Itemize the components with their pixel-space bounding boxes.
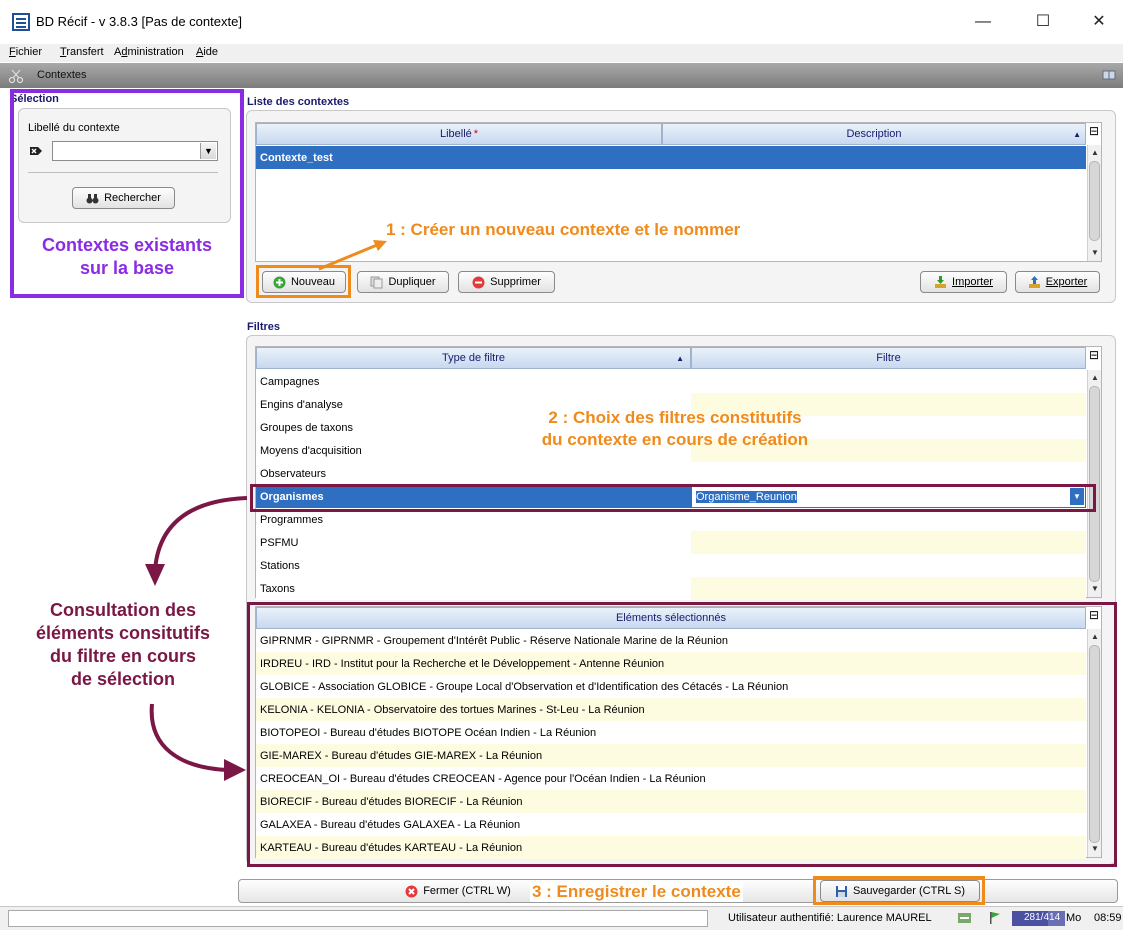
filter-value-cell[interactable] <box>691 370 1086 393</box>
status-bar: Utilisateur authentifié: Laurence MAUREL… <box>0 906 1123 930</box>
menu-bar: Fichier Transfert Administration Aide <box>0 44 1123 62</box>
export-button-label: Exporter <box>1045 276 1088 288</box>
app-icon <box>12 13 30 31</box>
filter-type-cell[interactable]: Stations <box>256 554 691 577</box>
arrow-step1-icon <box>318 240 387 271</box>
memory-bar: 281/414 <box>1012 911 1065 926</box>
annotation-line: du filtre en cours <box>49 646 197 666</box>
window-title: BD Récif - v 3.8.3 [Pas de contexte] <box>36 14 242 29</box>
column-chooser-icon[interactable]: ⊟ <box>1087 348 1101 368</box>
sort-up-icon: ▲ <box>1073 129 1081 139</box>
annotation-line: du contexte en cours de création <box>541 430 809 449</box>
consultation-annotation: Consultation des éléments consitutifs du… <box>0 599 246 691</box>
column-header-text: Filtre <box>876 352 901 364</box>
menu-administration[interactable]: Administration <box>114 46 184 58</box>
duplicate-icon <box>370 276 383 288</box>
curved-arrow-down-icon <box>149 703 246 781</box>
close-button[interactable]: Fermer (CTRL W) <box>398 880 518 902</box>
memory-unit: Mo <box>1066 912 1082 924</box>
duplicate-button[interactable]: Dupliquer <box>357 271 449 293</box>
sort-up-icon: ▲ <box>676 353 684 363</box>
table-row[interactable]: Contexte_test <box>256 146 1086 169</box>
delete-button[interactable]: Supprimer <box>458 271 555 293</box>
module-header: Contextes <box>0 63 1123 88</box>
selected-filter-highlight <box>250 484 1096 512</box>
menu-aide[interactable]: Aide <box>196 46 218 58</box>
flag-icon[interactable] <box>988 911 1002 925</box>
memory-usage: 281/414 <box>1024 912 1061 923</box>
menu-transfert[interactable]: Transfert <box>60 46 104 58</box>
filter-type-cell[interactable]: Observateurs <box>256 462 691 485</box>
gc-icon[interactable] <box>957 911 972 925</box>
annotation-line: éléments consitutifs <box>35 623 211 643</box>
contexts-scrollbar[interactable]: ▲ ▼ <box>1087 145 1101 261</box>
scissors-icon <box>8 69 24 84</box>
save-button-highlight <box>813 876 985 905</box>
window-titlebar: BD Récif - v 3.8.3 [Pas de contexte] — ☐… <box>0 0 1123 44</box>
annotation-line: Contextes existants <box>41 235 213 255</box>
scroll-up-icon[interactable]: ▲ <box>1088 147 1102 159</box>
scroll-down-icon[interactable]: ▼ <box>1088 583 1102 595</box>
delete-icon <box>472 276 485 288</box>
close-icon <box>405 885 418 897</box>
scroll-thumb[interactable] <box>1089 161 1100 241</box>
menu-fichier[interactable]: Fichier <box>9 46 42 58</box>
scroll-up-icon[interactable]: ▲ <box>1088 372 1102 384</box>
duplicate-button-label: Dupliquer <box>388 276 436 288</box>
step3-annotation: 3 : Enregistrer le contexte <box>530 882 743 902</box>
pin-icon[interactable] <box>1102 69 1116 81</box>
import-button[interactable]: Importer <box>920 271 1007 293</box>
context-label-cell: Contexte_test <box>260 151 333 164</box>
filter-type-cell[interactable]: Campagnes <box>256 370 691 393</box>
maximize-button[interactable]: ☐ <box>1020 8 1066 36</box>
column-header-description[interactable]: Description ▲ <box>662 123 1086 145</box>
step2-annotation: 2 : Choix des filtres constitutifs du co… <box>490 407 860 451</box>
annotation-line: de sélection <box>70 669 176 689</box>
column-header-filter[interactable]: Filtre <box>691 347 1086 369</box>
curved-arrow-up-icon <box>145 496 248 586</box>
filter-value-cell[interactable] <box>691 462 1086 485</box>
contexts-title: Liste des contextes <box>247 96 350 108</box>
export-button[interactable]: Exporter <box>1015 271 1100 293</box>
close-window-button[interactable]: ✕ <box>1076 8 1122 36</box>
import-button-label: Importer <box>952 276 993 288</box>
column-header-label[interactable]: Libellé * <box>256 123 662 145</box>
selected-elements-highlight <box>247 602 1117 867</box>
filter-value-cell[interactable] <box>691 577 1086 600</box>
required-mark: * <box>473 128 479 140</box>
minimize-button[interactable]: — <box>960 8 1006 36</box>
column-header-text: Description <box>846 128 902 140</box>
status-clock: 08:59 <box>1094 912 1122 924</box>
filter-type-cell[interactable]: PSFMU <box>256 531 691 554</box>
scroll-down-icon[interactable]: ▼ <box>1088 247 1102 259</box>
annotation-line: sur la base <box>79 258 175 278</box>
annotation-line: Consultation des <box>49 600 196 620</box>
filter-type-cell[interactable]: Taxons <box>256 577 691 600</box>
column-chooser-icon[interactable]: ⊟ <box>1087 124 1101 144</box>
filter-value-cell[interactable] <box>691 531 1086 554</box>
authenticated-user: Utilisateur authentifié: Laurence MAUREL <box>728 912 932 924</box>
column-header-text: Type de filtre <box>442 352 505 364</box>
step1-annotation: 1 : Créer un nouveau contexte et le nomm… <box>386 220 741 239</box>
annotation-line: 2 : Choix des filtres constitutifs <box>548 408 802 427</box>
filters-title: Filtres <box>247 321 281 333</box>
column-header-filter-type[interactable]: Type de filtre ▲ <box>256 347 691 369</box>
status-message-area <box>8 910 708 927</box>
filter-value-cell[interactable] <box>691 554 1086 577</box>
existing-contexts-annotation: Contextes existants sur la base <box>14 234 240 280</box>
export-icon <box>1028 275 1040 288</box>
column-header-text: Libellé <box>439 128 472 140</box>
module-title: Contextes <box>37 69 87 81</box>
import-icon <box>935 275 947 288</box>
close-button-label: Fermer (CTRL W) <box>423 885 511 897</box>
delete-button-label: Supprimer <box>490 276 541 288</box>
